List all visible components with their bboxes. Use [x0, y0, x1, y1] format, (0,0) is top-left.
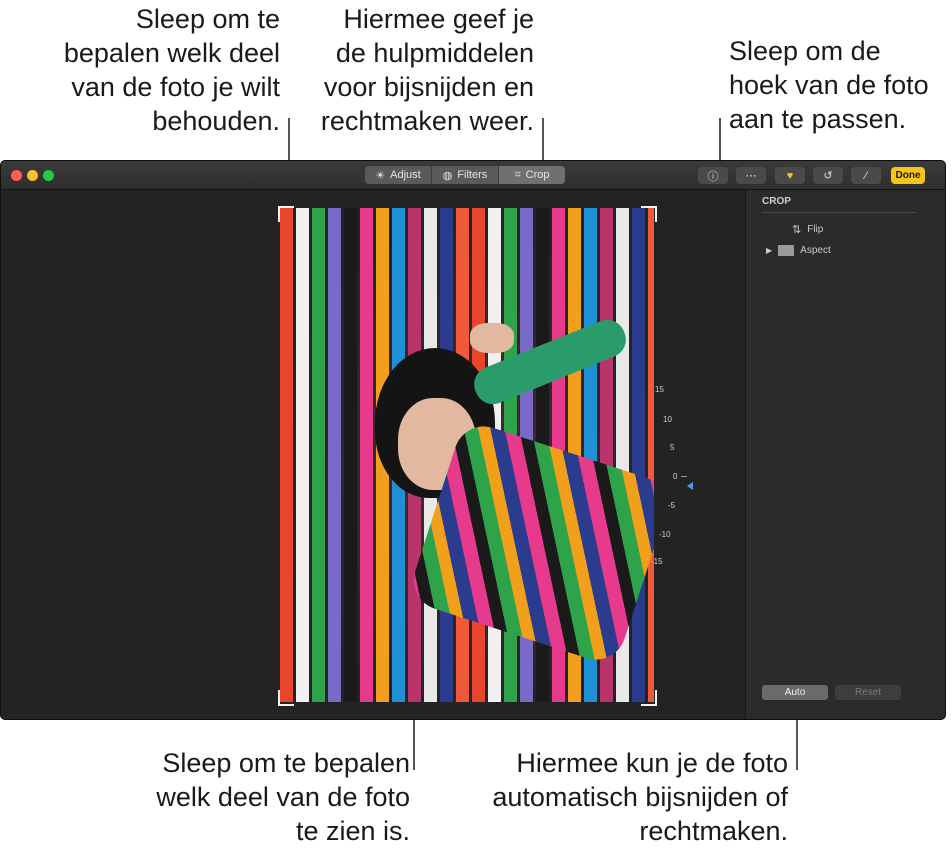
- leader-line: [542, 118, 544, 166]
- zoom-button[interactable]: [43, 170, 54, 181]
- dial-label: 0: [673, 472, 678, 481]
- callout-straighten-dial: Sleep om de hoek van de foto aan te pass…: [729, 36, 929, 134]
- sidebar-title: CROP: [762, 196, 791, 207]
- enhance-button[interactable]: ⁄: [851, 167, 881, 184]
- tab-label: Adjust: [390, 169, 421, 181]
- flip-label: Flip: [807, 224, 824, 235]
- dial-label: -15: [651, 557, 663, 566]
- dial-tick: [681, 476, 687, 477]
- aspect-disclosure[interactable]: ▶ Aspect: [766, 245, 831, 256]
- tab-label: Filters: [457, 169, 488, 181]
- minimize-button[interactable]: [27, 170, 38, 181]
- photo[interactable]: [280, 208, 654, 702]
- close-button[interactable]: [11, 170, 22, 181]
- info-icon: ⓘ: [707, 170, 719, 183]
- callout-crop-handle: Sleep om te bepalen welk deel van de fot…: [63, 4, 280, 136]
- favorite-button[interactable]: ♥: [775, 167, 805, 184]
- crop-handle-bottom-right[interactable]: [641, 690, 657, 706]
- crop-icon: ⌗: [514, 168, 521, 181]
- tab-adjust[interactable]: ☀ Adjust: [365, 166, 432, 184]
- divider: [762, 212, 916, 213]
- flip-icon: ⇅: [792, 224, 802, 236]
- dial-label: -5: [668, 501, 676, 510]
- dial-label: 15: [655, 385, 664, 394]
- sun-icon: ☀: [375, 169, 386, 182]
- person-figure: [320, 314, 654, 668]
- tab-crop[interactable]: ⌗ Crop: [499, 166, 565, 184]
- person-hand: [470, 323, 514, 353]
- aspect-icon: [778, 245, 795, 256]
- rotate-button[interactable]: ↺: [813, 167, 843, 184]
- callout-drag-photo: Sleep om te bepalen welk deel van de fot…: [156, 748, 410, 846]
- straighten-dial[interactable]: 15 10 5 0 -5 -10 -15: [641, 385, 691, 575]
- enhance-wand-icon: ⁄: [865, 169, 867, 182]
- auto-button[interactable]: Auto: [762, 685, 828, 700]
- dial-label: -10: [659, 530, 671, 539]
- reset-button[interactable]: Reset: [835, 685, 901, 700]
- dial-label: 5: [670, 443, 675, 452]
- dial-pointer: [687, 482, 693, 490]
- crop-handle-top-left[interactable]: [278, 206, 294, 222]
- disclosure-triangle-icon: ▶: [766, 246, 773, 255]
- info-button[interactable]: ⓘ: [698, 167, 728, 184]
- rotate-icon: ↺: [823, 170, 833, 182]
- edit-mode-tabs: ☀ Adjust ◍ Filters ⌗ Crop: [365, 166, 565, 184]
- tab-filters[interactable]: ◍ Filters: [432, 166, 499, 184]
- crop-handle-bottom-left[interactable]: [278, 690, 294, 706]
- favorite-heart-icon: ♥: [786, 169, 794, 182]
- tab-label: Crop: [525, 169, 550, 181]
- photo-canvas: 15 10 5 0 -5 -10 -15: [1, 190, 745, 719]
- more-icon: ⋯: [745, 170, 757, 182]
- callout-auto-button: Hiermee kun je de foto automatisch bijsn…: [492, 748, 788, 846]
- blanket-stripe: [280, 208, 293, 702]
- done-button[interactable]: Done: [891, 167, 925, 184]
- crop-sidebar: CROP ⇅ Flip ▶ Aspect Auto Reset: [745, 190, 945, 719]
- blanket-stripe: [296, 208, 309, 702]
- aspect-label: Aspect: [800, 245, 831, 256]
- toolbar: ☀ Adjust ◍ Filters ⌗ Crop ⓘ ⋯ ♥ ↺ ⁄ Done: [1, 161, 945, 190]
- crop-handle-top-right[interactable]: [641, 206, 657, 222]
- dial-label: 10: [663, 415, 672, 424]
- filters-icon: ◍: [442, 169, 453, 182]
- flip-button[interactable]: ⇅ Flip: [792, 223, 823, 236]
- photos-window: ☀ Adjust ◍ Filters ⌗ Crop ⓘ ⋯ ♥ ↺ ⁄ Done…: [0, 160, 946, 720]
- callout-crop-tools: Hiermee geef je de hulpmiddelen voor bij…: [320, 4, 534, 136]
- more-button[interactable]: ⋯: [736, 167, 766, 184]
